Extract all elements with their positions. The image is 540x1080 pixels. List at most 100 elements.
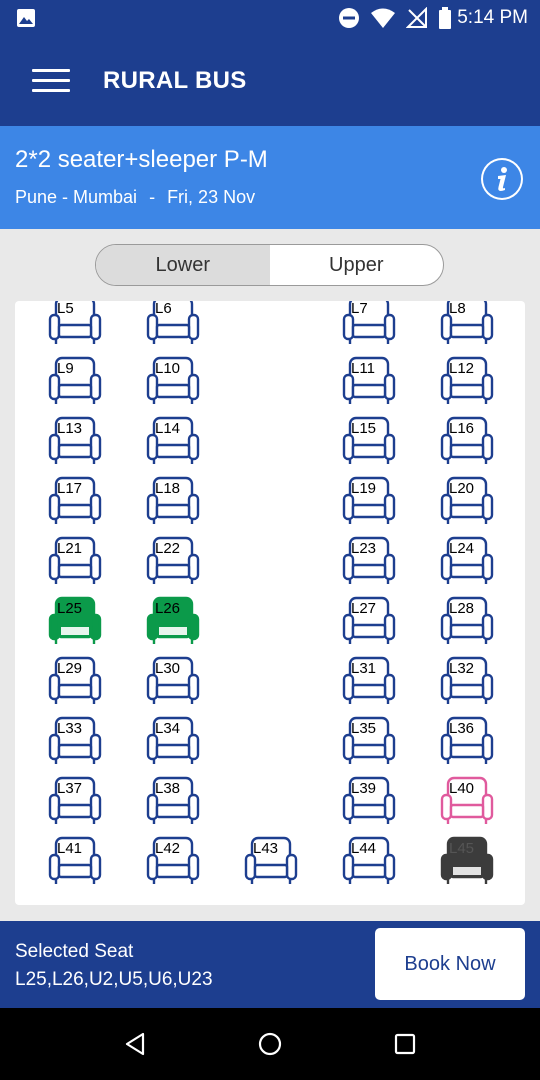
- seat-label: L26: [155, 600, 181, 617]
- route: Pune - Mumbai: [15, 187, 138, 207]
- seat-label: L8: [449, 301, 466, 317]
- seat-l17[interactable]: L17: [47, 473, 103, 527]
- seat-label: L24: [449, 540, 475, 557]
- seat-label: L18: [155, 480, 181, 497]
- status-time: 5:14 PM: [457, 7, 528, 28]
- seat-label: L19: [351, 480, 377, 497]
- selected-seat-list: L25,L26,U2,U5,U6,U23: [15, 969, 213, 990]
- seat-l37[interactable]: L37: [47, 773, 103, 827]
- seat-l41[interactable]: L41: [47, 833, 103, 887]
- seat-label: L43: [253, 840, 279, 857]
- seat-label: L9: [57, 360, 74, 377]
- seat-label: L20: [449, 480, 475, 497]
- seat-l19[interactable]: L19: [341, 473, 397, 527]
- seat-l39[interactable]: L39: [341, 773, 397, 827]
- image-icon: [17, 9, 35, 27]
- seat-label: L41: [57, 840, 83, 857]
- battery-icon: [439, 7, 451, 29]
- seat-l8[interactable]: L8: [439, 301, 495, 347]
- seat-label: L15: [351, 420, 377, 437]
- seat-label: L40: [449, 780, 475, 797]
- tab-upper-deck[interactable]: Upper: [270, 245, 444, 285]
- trip-info-bar: 2*2 seater+sleeper P-M Pune - Mumbai - F…: [0, 126, 540, 229]
- seat-label: L30: [155, 660, 181, 677]
- seat-label: L7: [351, 301, 368, 317]
- seat-l40[interactable]: L40: [439, 773, 495, 827]
- seat-l24[interactable]: L24: [439, 533, 495, 587]
- seat-label: L5: [57, 301, 74, 317]
- seat-label: L37: [57, 780, 83, 797]
- seat-l38[interactable]: L38: [145, 773, 201, 827]
- seat-l29[interactable]: L29: [47, 653, 103, 707]
- seat-label: L33: [57, 720, 83, 737]
- seat-map: L5 L6 L7 L8 L9 L10 L11 L12 L13 L14 L15 L16 L17 L18 L19…: [15, 301, 525, 905]
- seat-label: L13: [57, 420, 83, 437]
- seat-l28[interactable]: L28: [439, 593, 495, 647]
- seat-l36[interactable]: L36: [439, 713, 495, 767]
- home-icon[interactable]: [256, 1030, 284, 1058]
- seat-l33[interactable]: L33: [47, 713, 103, 767]
- seat-l13[interactable]: L13: [47, 413, 103, 467]
- deck-toggle: Lower Upper: [95, 244, 444, 286]
- seat-l43[interactable]: L43: [243, 833, 299, 887]
- seat-label: L27: [351, 600, 377, 617]
- seat-l20[interactable]: L20: [439, 473, 495, 527]
- seat-l12[interactable]: L12: [439, 353, 495, 407]
- seat-label: L11: [351, 360, 375, 377]
- travel-date: Fri, 23 Nov: [167, 187, 256, 207]
- tab-lower-deck[interactable]: Lower: [96, 245, 270, 285]
- seat-label: L36: [449, 720, 475, 737]
- seat-l26[interactable]: L26: [145, 593, 201, 647]
- seat-l32[interactable]: L32: [439, 653, 495, 707]
- selected-seat-title: Selected Seat: [15, 941, 134, 962]
- bus-type: 2*2 seater+sleeper P-M: [15, 146, 268, 173]
- seat-label: L17: [57, 480, 83, 497]
- back-icon[interactable]: [121, 1030, 149, 1058]
- seat-label: L10: [155, 360, 181, 377]
- seat-label: L28: [449, 600, 475, 617]
- seat-l6[interactable]: L6: [145, 301, 201, 347]
- seat-l44[interactable]: L44: [341, 833, 397, 887]
- seat-l10[interactable]: L10: [145, 353, 201, 407]
- seat-l16[interactable]: L16: [439, 413, 495, 467]
- seat-label: L12: [449, 360, 475, 377]
- seat-l34[interactable]: L34: [145, 713, 201, 767]
- seat-label: L38: [155, 780, 181, 797]
- seat-label: L39: [351, 780, 377, 797]
- seat-l9[interactable]: L9: [47, 353, 103, 407]
- seat-l31[interactable]: L31: [341, 653, 397, 707]
- seat-label: L32: [449, 660, 475, 677]
- seat-label: L29: [57, 660, 83, 677]
- app-bar: RURAL BUS: [0, 36, 540, 126]
- seat-l42[interactable]: L42: [145, 833, 201, 887]
- info-icon[interactable]: [481, 158, 523, 200]
- seat-label: L16: [449, 420, 475, 437]
- recents-icon[interactable]: [391, 1030, 419, 1058]
- seat-label: L21: [57, 540, 83, 557]
- seat-l15[interactable]: L15: [341, 413, 397, 467]
- seat-label: L45: [449, 840, 475, 857]
- hamburger-menu-icon[interactable]: [32, 69, 72, 95]
- seat-l21[interactable]: L21: [47, 533, 103, 587]
- seat-l14[interactable]: L14: [145, 413, 201, 467]
- seat-label: L22: [155, 540, 181, 557]
- wifi-icon: [371, 8, 395, 28]
- seat-icon: [48, 301, 102, 344]
- seat-l7[interactable]: L7: [341, 301, 397, 347]
- do-not-disturb-icon: [339, 8, 359, 28]
- seat-l23[interactable]: L23: [341, 533, 397, 587]
- seat-l25[interactable]: L25: [47, 593, 103, 647]
- seat-label: L23: [351, 540, 377, 557]
- seat-l35[interactable]: L35: [341, 713, 397, 767]
- no-signal-icon: [406, 7, 427, 28]
- seat-l5[interactable]: L5: [47, 301, 103, 347]
- book-now-button[interactable]: Book Now: [375, 928, 525, 1000]
- seat-l22[interactable]: L22: [145, 533, 201, 587]
- seat-icon: [146, 301, 200, 344]
- seat-l30[interactable]: L30: [145, 653, 201, 707]
- seat-l27[interactable]: L27: [341, 593, 397, 647]
- seat-l18[interactable]: L18: [145, 473, 201, 527]
- seat-label: L44: [351, 840, 377, 857]
- seat-l11[interactable]: L11: [341, 353, 397, 407]
- route-separator: -: [149, 187, 156, 207]
